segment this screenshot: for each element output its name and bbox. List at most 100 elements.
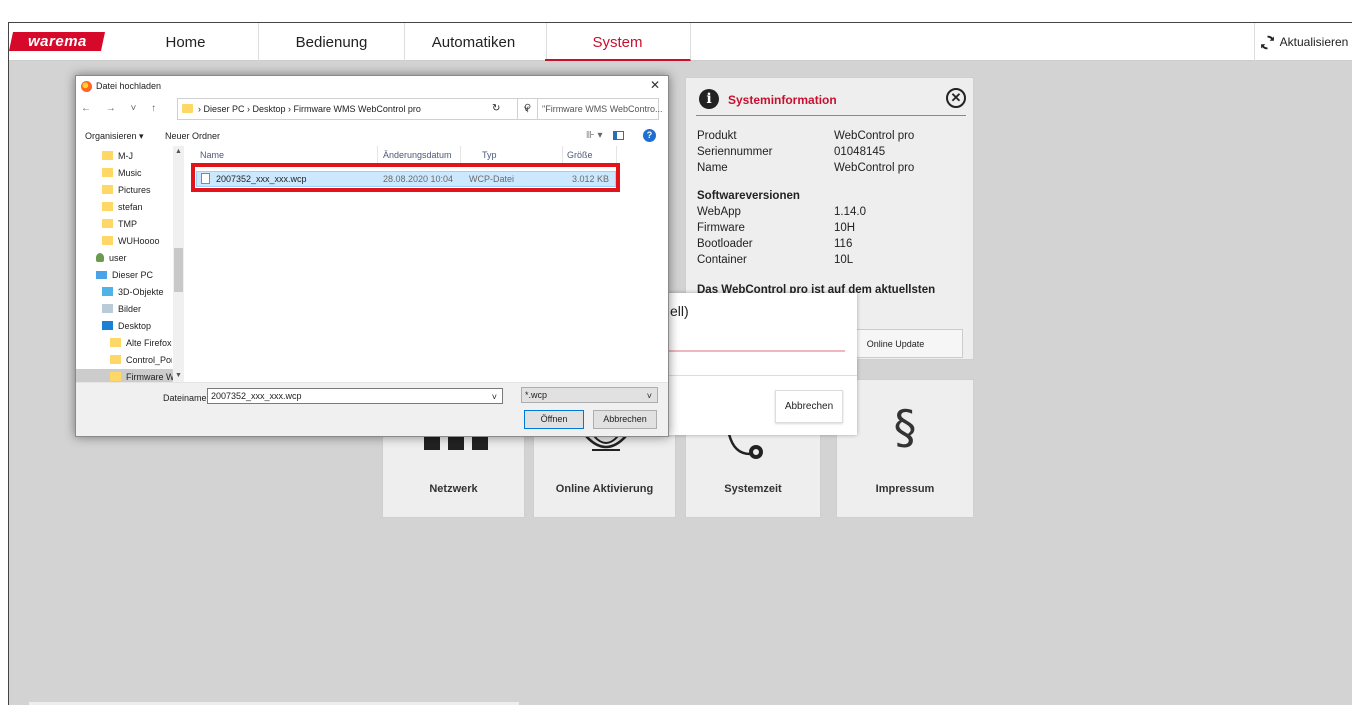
- pictures-icon: [102, 304, 113, 313]
- tree-item[interactable]: Control_Porta: [110, 352, 172, 369]
- filename-input[interactable]: 2007352_xxx_xxx.wcp ˅: [207, 388, 503, 404]
- version-value-webapp: 1.14.0: [834, 206, 866, 218]
- new-folder-button[interactable]: Neuer Ordner: [165, 131, 220, 141]
- tree-item[interactable]: Alte Firefox-D: [110, 335, 172, 352]
- folder-icon: [102, 236, 113, 245]
- tree-item[interactable]: Bilder: [102, 301, 141, 318]
- scroll-up-icon[interactable]: ▲: [175, 148, 182, 155]
- version-label-firmware: Firmware: [697, 222, 745, 234]
- column-header-type[interactable]: Typ: [482, 146, 497, 164]
- folder-icon: [102, 151, 113, 160]
- chevron-down-icon[interactable]: ˅: [492, 390, 497, 404]
- tree-item[interactable]: TMP: [102, 216, 137, 233]
- nav-tab-automatiken[interactable]: Automatiken: [401, 23, 547, 61]
- highlight-annotation: [191, 163, 620, 192]
- sysinfo-value-seriennummer: 01048145: [834, 146, 886, 158]
- version-label-bootloader: Bootloader: [697, 238, 753, 250]
- progress-bar: [669, 350, 845, 352]
- column-header-name[interactable]: Name: [200, 146, 224, 164]
- open-button[interactable]: Öffnen: [524, 410, 584, 429]
- search-input[interactable]: ⚲ "Firmware WMS WebContro...: [517, 98, 663, 120]
- software-versions-heading: Softwareversionen: [697, 190, 800, 202]
- sysinfo-value-produkt: WebControl pro: [834, 130, 915, 142]
- scroll-down-icon[interactable]: ▼: [175, 372, 182, 379]
- breadcrumb[interactable]: › Dieser PC › Desktop › Firmware WMS Web…: [198, 104, 421, 114]
- info-icon: i: [699, 89, 719, 109]
- file-type-filter-value: *.wcp: [525, 390, 548, 400]
- folder-icon: [110, 355, 121, 364]
- tile-label-netzwerk: Netzwerk: [429, 483, 478, 495]
- filename-label: Dateiname:: [163, 393, 210, 403]
- folder-icon: [110, 372, 121, 381]
- upload-progress-dialog: ell) Abbrechen: [667, 293, 857, 435]
- preview-pane-icon[interactable]: [613, 131, 624, 140]
- chevron-down-icon[interactable]: ˅: [647, 389, 652, 403]
- organize-button[interactable]: Organisieren ▾: [85, 131, 144, 142]
- progress-title: ell): [670, 303, 689, 319]
- 3d-objects-icon: [102, 287, 113, 296]
- close-icon[interactable]: ✕: [946, 88, 966, 108]
- column-divider: [377, 146, 378, 164]
- tree-item[interactable]: WUHoooo: [102, 233, 160, 250]
- user-icon: [96, 253, 104, 262]
- version-value-bootloader: 116: [834, 238, 853, 250]
- refresh-button[interactable]: Aktualisieren: [1254, 23, 1352, 61]
- sysinfo-label-seriennummer: Seriennummer: [697, 146, 773, 158]
- folder-tree: M-J Music Pictures stefan TMP WUHoooo us…: [76, 146, 184, 386]
- tree-scrollbar[interactable]: ▲ ▼: [173, 146, 184, 382]
- cancel-button[interactable]: Abbrechen: [593, 410, 657, 429]
- firefox-icon: [81, 81, 92, 92]
- search-icon: ⚲: [524, 103, 532, 114]
- progress-cancel-button[interactable]: Abbrechen: [775, 390, 843, 423]
- refresh-icon[interactable]: ↻: [492, 103, 500, 114]
- column-header-size[interactable]: Größe: [567, 146, 593, 164]
- folder-icon: [102, 219, 113, 228]
- search-placeholder: "Firmware WMS WebContro...: [542, 104, 663, 114]
- tree-item[interactable]: 3D-Objekte: [102, 284, 164, 301]
- tree-item[interactable]: M-J: [102, 148, 133, 165]
- clock-gear-icon: [727, 433, 763, 459]
- column-divider: [562, 146, 563, 164]
- tree-item[interactable]: user: [96, 250, 127, 267]
- scroll-thumb[interactable]: [174, 248, 183, 292]
- help-icon[interactable]: ?: [643, 129, 656, 142]
- column-header-modified[interactable]: Änderungsdatum: [383, 146, 452, 164]
- dialog-toolbar: Organisieren ▾ Neuer Ordner ⊪ ▾ ?: [76, 128, 668, 146]
- file-type-select[interactable]: *.wcp ˅: [521, 387, 658, 403]
- nav-tab-bedienung[interactable]: Bedienung: [259, 23, 405, 61]
- top-navigation: warema Home Bedienung Automatiken System…: [9, 23, 1352, 61]
- computer-icon: [96, 271, 107, 279]
- address-bar[interactable]: › Dieser PC › Desktop › Firmware WMS Web…: [177, 98, 538, 120]
- nav-tab-system[interactable]: System: [545, 23, 691, 61]
- folder-icon: [110, 338, 121, 347]
- dialog-title: Datei hochladen: [96, 81, 162, 91]
- close-icon[interactable]: ✕: [650, 78, 660, 92]
- tree-item[interactable]: Music: [102, 165, 142, 182]
- network-icon: [424, 436, 488, 450]
- sysinfo-title: Systeminformation: [728, 93, 837, 107]
- view-options-icon[interactable]: ⊪ ▾: [586, 130, 603, 141]
- version-value-container: 10L: [834, 254, 854, 266]
- column-divider: [460, 146, 461, 164]
- nav-buttons[interactable]: ← → ˅ ↑: [81, 103, 162, 114]
- tree-item[interactable]: Pictures: [102, 182, 151, 199]
- refresh-icon: [1260, 35, 1274, 49]
- tree-item[interactable]: Desktop: [102, 318, 151, 335]
- tile-label-impressum: Impressum: [875, 483, 935, 495]
- warema-logo[interactable]: warema: [9, 32, 106, 51]
- tile-label-online-aktivierung: Online Aktivierung: [555, 483, 654, 495]
- nav-tab-home[interactable]: Home: [113, 23, 259, 61]
- sysinfo-value-name: WebControl pro: [834, 162, 915, 174]
- tile-label-systemzeit: Systemzeit: [724, 483, 782, 495]
- filename-value: 2007352_xxx_xxx.wcp: [211, 391, 302, 401]
- desktop-icon: [102, 321, 113, 330]
- version-value-firmware: 10H: [834, 222, 856, 234]
- folder-icon: [102, 168, 113, 177]
- sysinfo-header: i Systeminformation ✕: [696, 88, 966, 116]
- folder-icon: [182, 104, 193, 113]
- tree-item[interactable]: stefan: [102, 199, 143, 216]
- tree-item[interactable]: Dieser PC: [96, 267, 153, 284]
- version-label-webapp: WebApp: [697, 206, 741, 218]
- sysinfo-label-produkt: Produkt: [697, 130, 737, 142]
- paragraph-icon: §: [893, 400, 917, 454]
